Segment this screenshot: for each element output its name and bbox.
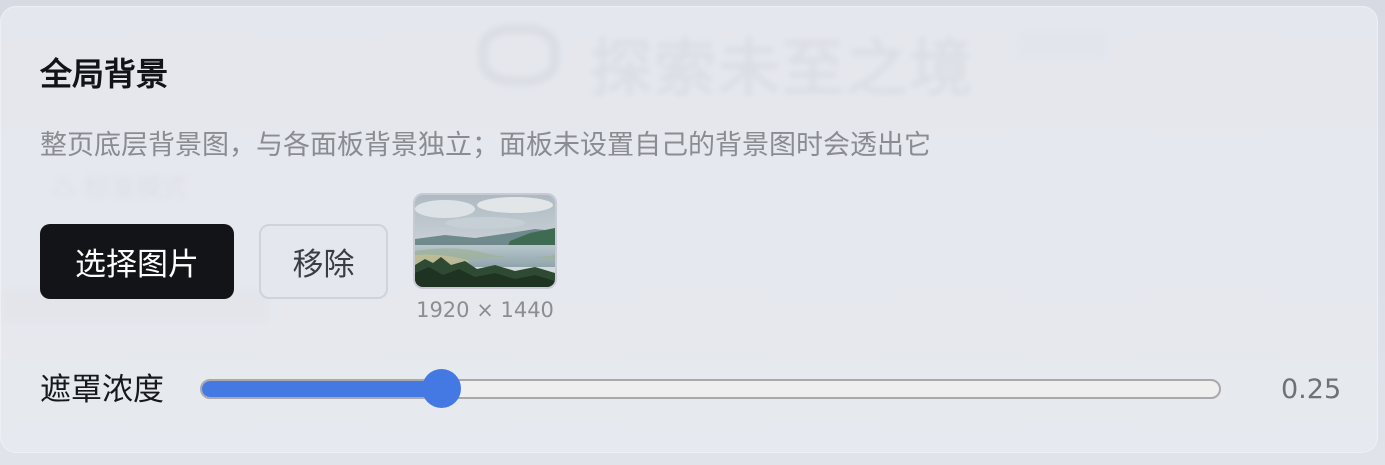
slider-handle[interactable] [422, 369, 462, 408]
background-thumbnail[interactable] [413, 193, 557, 289]
global-background-panel: 全局背景 整页底层背景图，与各面板背景独立；面板未设置自己的背景图时会透出它 选… [0, 6, 1378, 453]
panel-description: 整页底层背景图，与各面板背景独立；面板未设置自己的背景图时会透出它 [40, 130, 931, 161]
mask-opacity-label: 遮罩浓度 [40, 372, 164, 408]
remove-image-button[interactable]: 移除 [259, 224, 388, 299]
choose-image-button[interactable]: 选择图片 [40, 224, 234, 299]
mask-opacity-slider[interactable] [200, 379, 1221, 399]
mask-opacity-value: 0.25 [1281, 374, 1342, 405]
panel-title: 全局背景 [40, 55, 169, 93]
image-dimensions: 1920 × 1440 [416, 298, 554, 322]
slider-fill [202, 381, 444, 397]
landscape-image [415, 195, 555, 287]
